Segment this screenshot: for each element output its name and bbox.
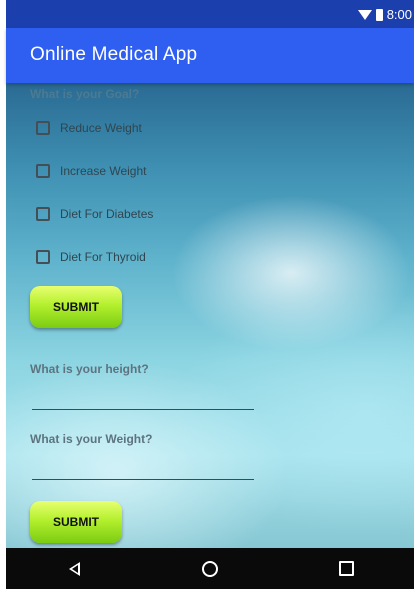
navigation-bar	[6, 548, 414, 589]
checkbox-label: Reduce Weight	[60, 121, 142, 135]
recents-icon	[338, 561, 354, 576]
checkbox-box[interactable]	[36, 121, 50, 135]
status-icons: 8:00	[357, 7, 412, 22]
status-time: 8:00	[386, 7, 412, 22]
height-input[interactable]	[32, 385, 254, 410]
checkbox-label: Diet For Diabetes	[60, 207, 154, 221]
home-icon	[202, 560, 218, 577]
wifi-icon	[357, 9, 372, 20]
app-bar: Online Medical App	[6, 28, 414, 83]
checkbox-increase-weight[interactable]: Increase Weight	[36, 164, 147, 178]
goal-submit-button[interactable]: SUBMIT	[30, 286, 122, 328]
checkbox-diet-for-diabetes[interactable]: Diet For Diabetes	[36, 207, 153, 221]
checkbox-box[interactable]	[36, 164, 50, 178]
nav-back-button[interactable]	[54, 554, 94, 584]
checkbox-label: Diet For Thyroid	[60, 250, 146, 264]
app-title: Online Medical App	[30, 44, 198, 65]
app-screen: 8:00 Online Medical App What is your Goa…	[0, 0, 414, 589]
measure-submit-button[interactable]: SUBMIT	[30, 501, 122, 543]
status-bar: 8:00	[6, 0, 414, 28]
back-icon	[68, 561, 80, 576]
main-content[interactable]: What is your Goal? Reduce Weight Increas…	[6, 83, 414, 548]
checkbox-label: Increase Weight	[60, 164, 147, 178]
weight-input[interactable]	[32, 455, 254, 480]
weight-question: What is your Weight?	[30, 432, 153, 446]
battery-icon	[375, 8, 383, 21]
checkbox-reduce-weight[interactable]: Reduce Weight	[36, 121, 142, 135]
checkbox-box[interactable]	[36, 250, 50, 264]
height-question: What is your height?	[30, 362, 149, 376]
nav-home-button[interactable]	[190, 554, 230, 584]
checkbox-box[interactable]	[36, 207, 50, 221]
goal-question: What is your Goal?	[30, 87, 140, 101]
checkbox-diet-for-thyroid[interactable]: Diet For Thyroid	[36, 250, 146, 264]
nav-recents-button[interactable]	[326, 554, 366, 584]
